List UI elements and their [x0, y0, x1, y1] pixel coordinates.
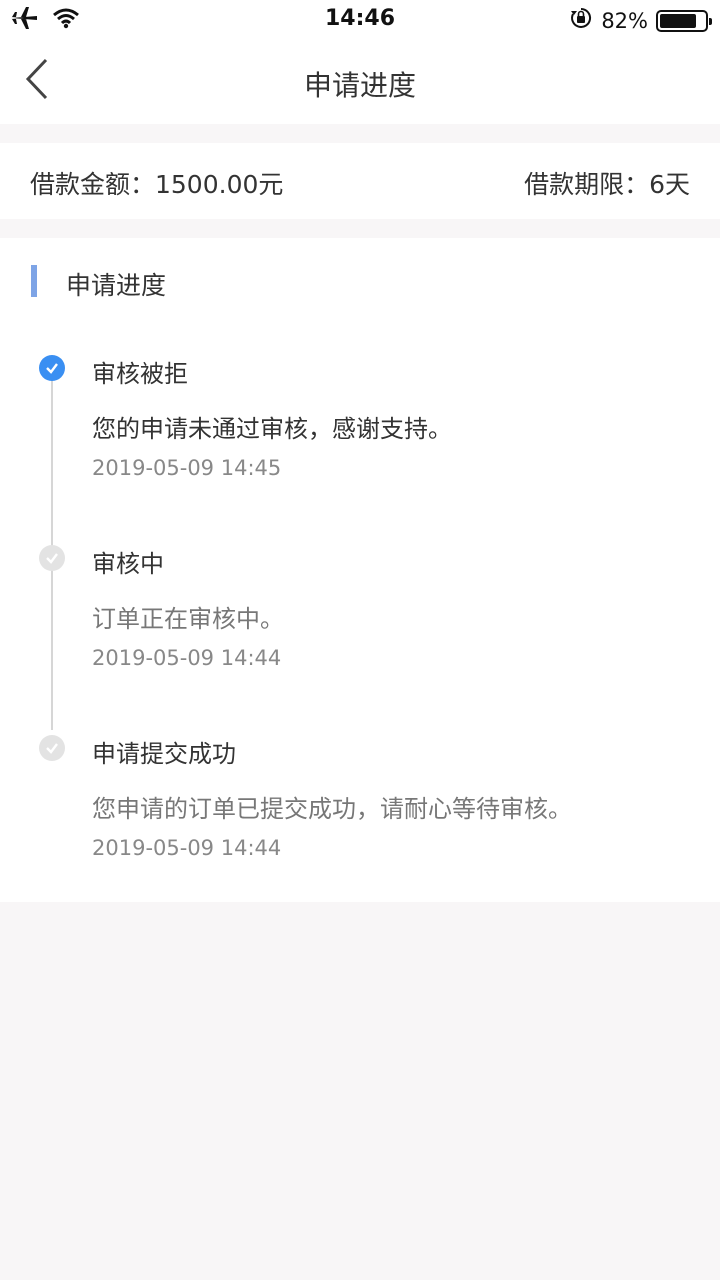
- nav-bar: 申请进度: [0, 40, 720, 124]
- step-title: 申请提交成功: [92, 740, 236, 768]
- battery-fill: [660, 13, 697, 28]
- step-time: 2019-05-09 14:44: [92, 646, 282, 670]
- step-title: 审核中: [92, 550, 164, 578]
- battery-percent: 82%: [601, 8, 648, 33]
- page-title: 申请进度: [303, 69, 416, 102]
- step-desc: 订单正在审核中。: [92, 605, 284, 633]
- step-title: 审核被拒: [92, 360, 188, 388]
- step-time: 2019-05-09 14:44: [92, 836, 282, 860]
- section-title: 申请进度: [66, 271, 167, 300]
- loan-info-card: 借款金额：1500.00元 借款期限：6天: [0, 143, 720, 219]
- status-bar: 14:46 82%: [0, 0, 720, 40]
- progress-card: 申请进度 审核被拒 您的申请未通过审核，感谢支持。 2019-05-09 14:…: [0, 238, 720, 902]
- check-icon: [39, 735, 65, 761]
- step-desc: 您的申请未通过审核，感谢支持。: [92, 415, 452, 443]
- check-icon: [39, 545, 65, 571]
- loan-amount: 借款金额：1500.00元: [30, 170, 284, 199]
- step-desc: 您申请的订单已提交成功，请耐心等待审核。: [92, 795, 572, 823]
- battery-icon: [656, 9, 712, 32]
- section-accent-bar: [31, 265, 37, 297]
- orientation-lock-icon: [569, 6, 593, 35]
- check-icon: [39, 355, 65, 381]
- step-time: 2019-05-09 14:45: [92, 456, 282, 480]
- status-right: 82%: [569, 6, 712, 35]
- loan-term: 借款期限：6天: [524, 170, 690, 199]
